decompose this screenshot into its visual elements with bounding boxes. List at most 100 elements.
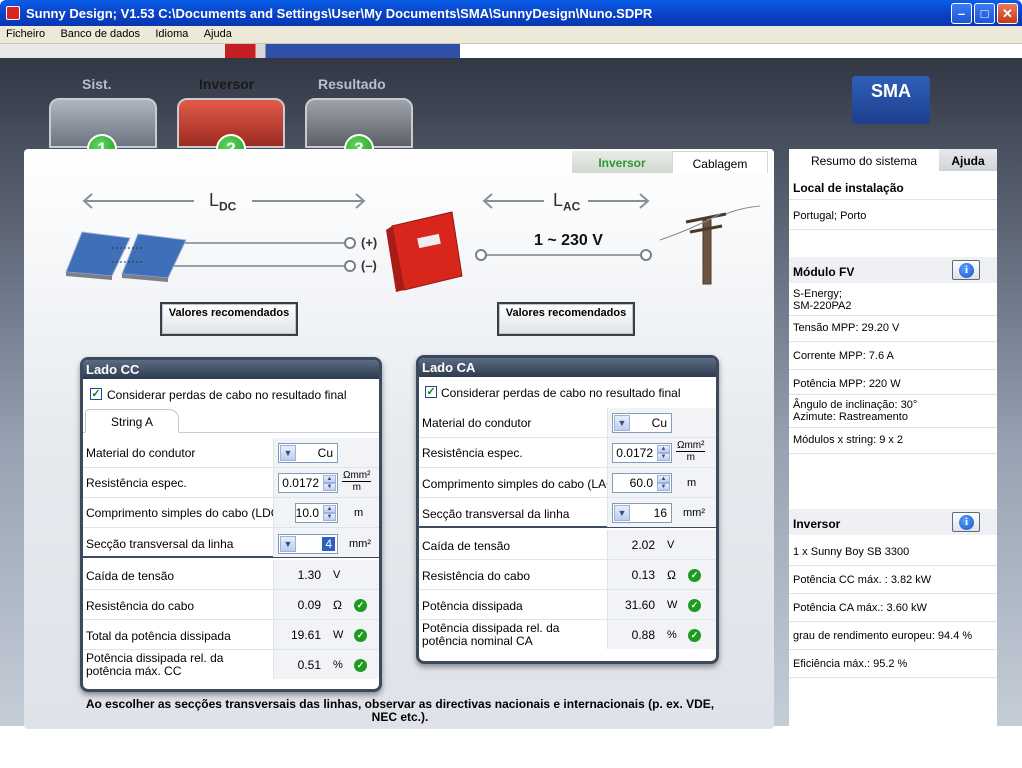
mpp-voltage: Tensão MPP: 29.20 V: [793, 322, 900, 334]
dc-resistivity-row: Resistência espec. 0.0172 ▲ ▼ Ωmm² m: [83, 468, 379, 498]
ac-section-row: Secção transversal da linha ▼ 16 mm²: [419, 498, 716, 528]
ac-cable-resistance-row: Resistência do cabo 0.13 Ω ✓: [419, 560, 716, 590]
ac-panel-title: Lado CA: [419, 358, 716, 377]
ac-consider-losses-label: Considerar perdas de cabo no resultado f…: [441, 386, 681, 400]
azimuth: Azimute: Rastreamento: [793, 411, 908, 423]
info-icon: i: [959, 263, 974, 278]
ac-conductor-row: Material do condutor ▼ Cu: [419, 408, 716, 438]
max-efficiency: Eficiência máx.: 95.2 %: [793, 658, 908, 670]
chevron-down-icon: ▼: [280, 445, 296, 461]
check-ok-icon: ✓: [354, 629, 367, 642]
dc-total-loss-row: Total da potência dissipada 19.61 W ✓: [83, 620, 379, 650]
menu-banco-de-dados[interactable]: Banco de dados: [54, 26, 146, 40]
check-ok-icon: ✓: [688, 569, 701, 582]
ac-rel-loss-label: Potência dissipada rel. da potência nomi…: [422, 621, 560, 648]
menu-idioma[interactable]: Idioma: [149, 26, 194, 40]
dc-voltage-drop-value: 1.30: [297, 568, 321, 582]
dc-length-unit: m: [354, 507, 364, 519]
dc-conductor-row: Material do condutor ▼ Cu: [83, 438, 379, 468]
dc-section-select[interactable]: ▼ 4: [278, 534, 338, 554]
dc-voltage-drop-row: Caída de tensão 1.30 V: [83, 560, 379, 590]
ac-consider-losses-checkbox[interactable]: ✓: [425, 386, 437, 398]
brand-stripe: [0, 44, 1022, 58]
dc-rel-loss-label: Potência dissipada rel. da potência máx.…: [86, 651, 224, 678]
ac-voltage-drop-label: Caída de tensão: [422, 539, 511, 553]
ac-power-loss-unit: W: [667, 599, 678, 611]
dc-resistivity-unit: Ωmm² m: [342, 470, 372, 493]
step-label-sist: Sist.: [82, 76, 112, 92]
dc-resistivity-label: Resistência espec.: [86, 476, 187, 490]
dc-section-label: Secção transversal da linha: [86, 537, 234, 551]
ac-voltage-drop-row: Caída de tensão 2.02 V: [419, 530, 716, 560]
menu-ficheiro[interactable]: Ficheiro: [0, 26, 51, 40]
ac-recommended-button[interactable]: Valores recomendados: [497, 302, 635, 336]
dc-resistivity-input[interactable]: 0.0172 ▲ ▼: [278, 473, 338, 493]
dc-max-power: Potência CC máx. : 3.82 kW: [793, 574, 932, 586]
menu-ajuda[interactable]: Ajuda: [198, 26, 238, 40]
title-bar: Sunny Design; V1.53 C:\Documents and Set…: [0, 0, 1022, 26]
tab-system-summary[interactable]: Resumo do sistema: [789, 149, 939, 171]
european-efficiency: grau de rendimento europeu: 94.4 %: [793, 630, 973, 642]
mpp-current: Corrente MPP: 7.6 A: [793, 350, 894, 362]
dc-consider-losses-checkbox[interactable]: ✓: [90, 388, 102, 400]
info-icon: i: [959, 515, 974, 530]
inverter-title: Inversor: [793, 517, 841, 531]
check-ok-icon: ✓: [354, 659, 367, 672]
tab-inversor[interactable]: Inversor: [572, 151, 672, 173]
ac-section-select[interactable]: ▼ 16: [612, 503, 672, 523]
ac-max-power: Potência CA máx.: 3.60 kW: [793, 602, 927, 614]
dc-section-unit: mm²: [349, 538, 371, 550]
inverter-info-button[interactable]: i: [952, 512, 980, 532]
step-label-inversor: Inversor: [199, 76, 255, 92]
tab-cablagem[interactable]: Cablagem: [672, 151, 768, 173]
location-value: Portugal; Porto: [793, 210, 867, 222]
chevron-down-icon: ▼: [614, 505, 630, 521]
ac-voltage-drop-value: 2.02: [631, 538, 655, 552]
chevron-down-icon: ▼: [614, 415, 630, 431]
ac-conductor-select[interactable]: ▼ Cu: [612, 413, 672, 433]
check-ok-icon: ✓: [354, 599, 367, 612]
modules-per-string: Módulos x string: 9 x 2: [793, 434, 904, 446]
tab-string-a[interactable]: String A: [85, 409, 179, 433]
dc-cable-resistance-label: Resistência do cabo: [86, 599, 195, 613]
close-button[interactable]: ✕: [997, 3, 1018, 24]
dc-rel-loss-row: Potência dissipada rel. da potência máx.…: [83, 650, 379, 680]
tab-help[interactable]: Ajuda: [939, 149, 997, 171]
ac-resistivity-row: Resistência espec. 0.0172 ▲ ▼ Ωmm² m: [419, 438, 716, 468]
minimize-button[interactable]: –: [951, 3, 972, 24]
menu-bar: Ficheiro Banco de dados Idioma Ajuda: [0, 26, 1022, 44]
ac-rel-loss-value: 0.88: [631, 628, 655, 642]
dc-rel-loss-value: 0.51: [297, 658, 321, 672]
dc-consider-losses-label: Considerar perdas de cabo no resultado f…: [107, 388, 347, 402]
dc-recommended-button[interactable]: Valores recomendados: [160, 302, 298, 336]
dc-cable-resistance-unit: Ω: [333, 598, 342, 612]
check-ok-icon: ✓: [688, 599, 701, 612]
pv-module-info-button[interactable]: i: [952, 260, 980, 280]
dc-total-loss-value: 19.61: [290, 628, 321, 642]
dc-total-loss-unit: W: [333, 629, 344, 641]
dc-section-row: Secção transversal da linha ▼ 4 mm²: [83, 528, 379, 558]
ac-power-loss-row: Potência dissipada 31.60 W ✓: [419, 590, 716, 620]
maximize-button[interactable]: □: [974, 3, 995, 24]
footnote: Ao escolher as secções transversais das …: [85, 697, 715, 724]
module-name-2: SM-220PA2: [793, 300, 852, 312]
dc-length-label: Comprimento simples do cabo (LDC): [86, 506, 284, 520]
dc-length-input[interactable]: 10.0 ▲ ▼: [295, 503, 338, 523]
ac-cable-resistance-label: Resistência do cabo: [422, 569, 531, 583]
ac-resistivity-label: Resistência espec.: [422, 446, 523, 460]
window-title: Sunny Design; V1.53 C:\Documents and Set…: [26, 6, 653, 21]
system-summary-panel: Resumo do sistema Ajuda Local de instala…: [789, 149, 997, 726]
step-label-resultado: Resultado: [318, 76, 386, 92]
module-name-1: S-Energy;: [793, 288, 842, 300]
ac-length-unit: m: [687, 477, 697, 489]
dc-voltage-drop-unit: V: [333, 569, 341, 581]
ac-length-input[interactable]: 60.0 ▲ ▼: [612, 473, 672, 493]
chevron-down-icon: ▼: [280, 536, 296, 552]
ac-length-row: Comprimento simples do cabo (LAC) 60.0 ▲…: [419, 468, 716, 498]
dc-conductor-select[interactable]: ▼ Cu: [278, 443, 338, 463]
ac-resistivity-unit: Ωmm² m: [676, 440, 706, 463]
ac-power-loss-label: Potência dissipada: [422, 599, 523, 613]
dc-conductor-label: Material do condutor: [86, 446, 196, 460]
ac-resistivity-input[interactable]: 0.0172 ▲ ▼: [612, 443, 672, 463]
dc-cable-resistance-value: 0.09: [297, 598, 321, 612]
